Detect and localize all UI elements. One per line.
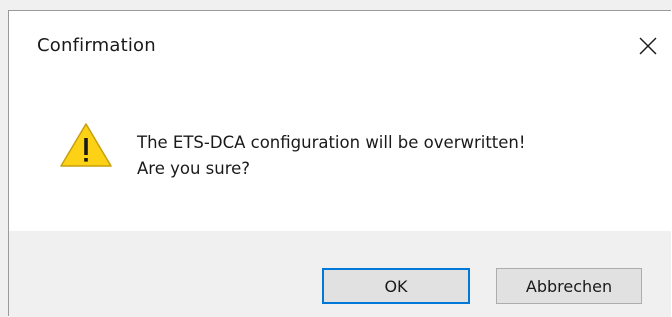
warning-icon	[60, 123, 112, 167]
dialog-titlebar: Confirmation	[9, 11, 671, 81]
dialog-message: The ETS-DCA configuration will be overwr…	[137, 130, 526, 182]
background-top	[0, 0, 672, 10]
background-left	[0, 0, 8, 317]
screen: Confirmation The ETS-DCA configuration w…	[0, 0, 672, 317]
dialog-footer: OK Abbrechen	[9, 231, 671, 317]
ok-button[interactable]: OK	[322, 268, 470, 304]
dialog-title: Confirmation	[37, 35, 156, 56]
confirmation-dialog: Confirmation The ETS-DCA configuration w…	[8, 10, 671, 317]
close-button[interactable]	[625, 25, 671, 67]
message-line-1: The ETS-DCA configuration will be overwr…	[137, 133, 526, 152]
dialog-content: The ETS-DCA configuration will be overwr…	[9, 81, 671, 231]
cancel-button[interactable]: Abbrechen	[496, 268, 642, 304]
close-icon	[639, 37, 657, 55]
message-line-2: Are you sure?	[137, 159, 251, 178]
